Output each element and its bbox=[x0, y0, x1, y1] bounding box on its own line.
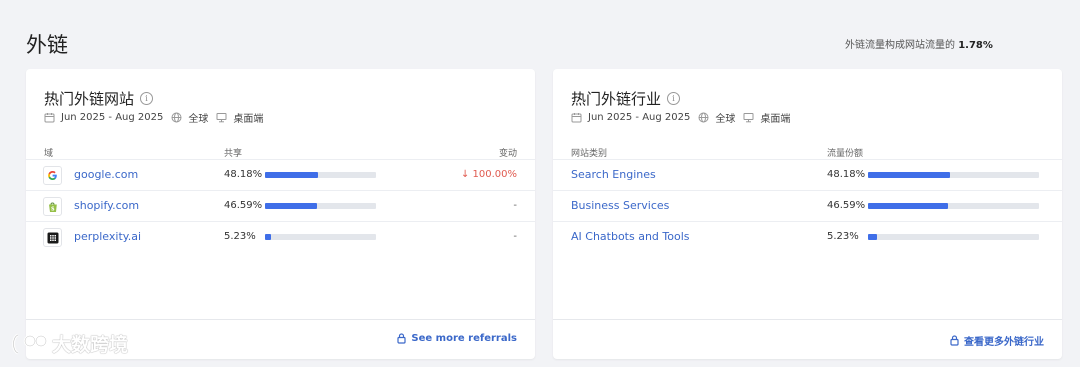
filters: Jun 2025 - Aug 2025 全球 桌面端 bbox=[44, 110, 271, 125]
see-more-referrals-link[interactable]: See more referrals bbox=[397, 333, 517, 344]
referral-summary: 外链流量构成网站流量的 1.78% bbox=[845, 36, 993, 51]
share-bar bbox=[868, 203, 1039, 209]
lock-icon bbox=[397, 333, 407, 344]
card-title: 热门外链网站 i bbox=[44, 88, 154, 109]
share-bar bbox=[265, 172, 376, 178]
share-value: 48.18% bbox=[224, 169, 263, 180]
share-value: 48.18% bbox=[827, 169, 866, 180]
domain-link[interactable]: google.com bbox=[74, 168, 138, 181]
date-filter[interactable]: Jun 2025 - Aug 2025 bbox=[571, 112, 690, 123]
share-bar bbox=[868, 172, 1039, 178]
calendar-icon bbox=[571, 113, 582, 123]
column-header-category[interactable]: 网站类别 bbox=[571, 146, 607, 159]
device-filter[interactable]: 桌面端 bbox=[743, 110, 790, 125]
device-label: 桌面端 bbox=[760, 114, 791, 125]
filters: Jun 2025 - Aug 2025 全球 桌面端 bbox=[571, 110, 798, 125]
region-filter[interactable]: 全球 bbox=[171, 110, 208, 125]
footer-link-text: See more referrals bbox=[411, 333, 517, 344]
share-bar-fill bbox=[868, 172, 951, 178]
column-header-share[interactable]: 流量份额 bbox=[827, 146, 863, 159]
watermark-text: 大数跨境 bbox=[52, 334, 129, 356]
share-bar bbox=[265, 234, 376, 240]
top-referring-sites-card: 热门外链网站 i Jun 2025 - Aug 2025 全球 桌面端 域 共享… bbox=[26, 69, 535, 359]
globe-icon bbox=[698, 112, 709, 123]
change-value: - bbox=[513, 231, 517, 242]
category-link[interactable]: AI Chatbots and Tools bbox=[571, 230, 690, 243]
section-title: 外链 bbox=[26, 33, 68, 57]
date-range: Jun 2025 - Aug 2025 bbox=[61, 112, 164, 123]
info-icon[interactable]: i bbox=[667, 92, 681, 105]
share-bar bbox=[265, 203, 376, 209]
watermark: 大数跨境 bbox=[10, 330, 128, 357]
lock-icon bbox=[950, 335, 959, 346]
share-bar-fill bbox=[868, 234, 877, 240]
column-header-domain[interactable]: 域 bbox=[44, 146, 53, 159]
desktop-icon bbox=[216, 113, 227, 123]
see-more-industries-link[interactable]: 查看更多外链行业 bbox=[950, 333, 1044, 348]
share-value: 5.23% bbox=[827, 231, 859, 242]
share-bar bbox=[868, 234, 1039, 240]
column-header-share[interactable]: 共享 bbox=[224, 146, 242, 159]
table-row[interactable]: Business Services 46.59% bbox=[553, 191, 1062, 221]
region-filter[interactable]: 全球 bbox=[698, 110, 735, 125]
card-title-text: 热门外链网站 bbox=[44, 90, 135, 108]
summary-prefix: 外链流量构成网站流量的 bbox=[845, 40, 955, 51]
watermark-logo-icon bbox=[12, 333, 48, 354]
category-link[interactable]: Search Engines bbox=[571, 168, 656, 181]
share-value: 5.23% bbox=[224, 231, 256, 242]
svg-text:S: S bbox=[51, 206, 55, 212]
shopify-icon: S bbox=[43, 197, 62, 216]
table-row[interactable]: perplexity.ai 5.23% - bbox=[26, 222, 535, 252]
footer-link-text: 查看更多外链行业 bbox=[964, 337, 1044, 348]
card-title: 热门外链行业 i bbox=[571, 88, 681, 109]
date-range: Jun 2025 - Aug 2025 bbox=[588, 112, 691, 123]
column-header-change[interactable]: 变动 bbox=[499, 146, 517, 159]
perplexity-icon bbox=[43, 228, 62, 247]
referrals-page: 外链 外链流量构成网站流量的 1.78% 热门外链网站 i Jun 2025 -… bbox=[0, 0, 1080, 367]
share-bar-fill bbox=[265, 234, 271, 240]
summary-value: 1.78% bbox=[958, 40, 993, 51]
footer-divider bbox=[553, 319, 1062, 320]
domain-link[interactable]: perplexity.ai bbox=[74, 230, 141, 243]
share-bar-fill bbox=[868, 203, 948, 209]
category-link[interactable]: Business Services bbox=[571, 199, 669, 212]
domain-link[interactable]: shopify.com bbox=[74, 199, 139, 212]
share-value: 46.59% bbox=[827, 200, 866, 211]
info-icon[interactable]: i bbox=[140, 92, 154, 105]
table-row[interactable]: google.com 48.18% ↓ 100.00% bbox=[26, 160, 535, 190]
table-row[interactable]: AI Chatbots and Tools 5.23% bbox=[553, 222, 1062, 252]
calendar-icon bbox=[44, 113, 55, 123]
table-row[interactable]: Search Engines 48.18% bbox=[553, 160, 1062, 190]
google-icon bbox=[43, 166, 62, 185]
footer-divider bbox=[26, 319, 535, 320]
share-bar-fill bbox=[265, 172, 319, 178]
device-label: 桌面端 bbox=[233, 114, 264, 125]
region-label: 全球 bbox=[188, 114, 209, 125]
card-title-text: 热门外链行业 bbox=[571, 90, 662, 108]
top-referring-industries-card: 热门外链行业 i Jun 2025 - Aug 2025 全球 桌面端 网站类别… bbox=[553, 69, 1062, 359]
change-value: ↓ 100.00% bbox=[460, 169, 517, 180]
table-row[interactable]: S shopify.com 46.59% - bbox=[26, 191, 535, 221]
desktop-icon bbox=[743, 113, 754, 123]
change-value: - bbox=[513, 200, 517, 211]
region-label: 全球 bbox=[715, 114, 736, 125]
share-value: 46.59% bbox=[224, 200, 263, 211]
device-filter[interactable]: 桌面端 bbox=[216, 110, 263, 125]
share-bar-fill bbox=[265, 203, 317, 209]
date-filter[interactable]: Jun 2025 - Aug 2025 bbox=[44, 112, 163, 123]
globe-icon bbox=[171, 112, 182, 123]
